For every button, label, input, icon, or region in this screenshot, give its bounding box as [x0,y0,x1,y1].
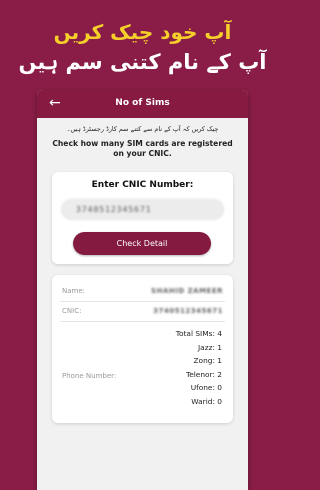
cnic-input[interactable]: 3740512345671 [61,199,224,220]
divider [60,321,225,322]
phone-screen: ← No of Sims چیک کریں کہ آپ کے نام سے کت… [37,90,248,490]
total-sims: Total SIMs: 4 [175,329,222,338]
promo-headline: آپ خود چیک کریں [53,20,232,44]
cnic-value: 3740512345671 [153,307,223,315]
sim-counts: Total SIMs: 4 Jazz: 1 Zong: 1 Telenor: 2… [176,327,222,409]
name-row: Name: SHAHID ZAMEER [62,287,223,295]
result-card: Name: SHAHID ZAMEER CNIC: 3740512345671 … [52,275,233,423]
name-value: SHAHID ZAMEER [151,287,223,295]
cnic-input-label: Enter CNIC Number: [91,180,194,190]
check-detail-button[interactable]: Check Detail [73,232,211,255]
zong-count: Zong: 1 [193,356,222,366]
jazz-count: Jazz: 1 [197,342,222,352]
english-instructions: Check how many SIM cards are registered … [52,139,233,158]
urdu-instructions: چیک کریں کہ آپ کے نام سے کتنے سم کارڈ رج… [66,125,219,133]
page-title: No of Sims [115,98,170,108]
warid-count: Warid: 0 [191,396,222,406]
ufone-count: Ufone: 0 [190,383,222,393]
cnic-label: CNIC: [62,307,82,315]
promo-banner: آپ خود چیک کریں آپ کے نام کتنی سم ہیں [0,0,285,90]
divider [60,301,225,302]
cnic-form-card: Enter CNIC Number: 3740512345671 Check D… [52,172,233,264]
cnic-row: CNIC: 3740512345671 [62,307,223,315]
promo-subheadline: آپ کے نام کتنی سم ہیں [18,50,267,74]
app-bar: ← No of Sims [37,90,248,118]
telenor-count: Telenor: 2 [185,369,222,379]
name-label: Name: [62,287,86,295]
phone-number-label: Phone Number: [62,372,117,380]
